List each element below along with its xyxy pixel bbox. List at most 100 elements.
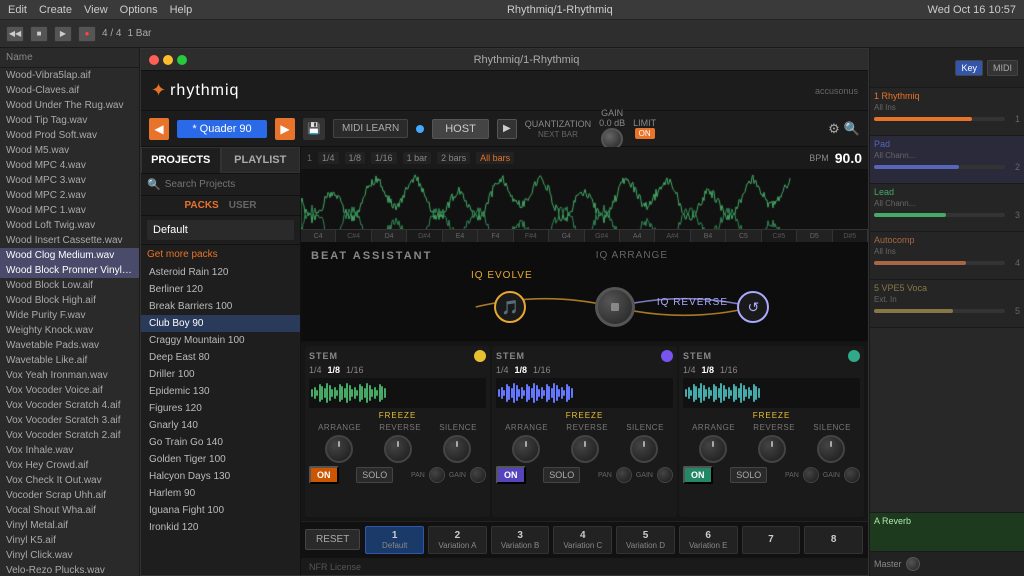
pan-knob-c[interactable] [803,467,819,483]
stem-action-reverse-a[interactable]: REVERSE [379,423,421,432]
transport-stop[interactable]: ■ [30,26,48,42]
track-volume-2[interactable] [874,213,1005,217]
zoom-sixteenth[interactable]: 1/16 [371,152,397,164]
user-button[interactable]: USER [229,200,257,211]
file-item[interactable]: Wood MPC 4.wav [0,158,139,173]
file-item[interactable]: Wood Block Low.aif [0,278,139,293]
project-item[interactable]: Break Barriers 100 [141,298,300,315]
zoom-allbars[interactable]: All bars [476,152,514,164]
variation-button-1[interactable]: 2Variation A [428,526,487,554]
on-button-a[interactable]: ON [309,466,339,484]
stem-time-c-0[interactable]: 1/4 [683,365,696,375]
stem-time-a-0[interactable]: 1/4 [309,365,322,375]
project-item[interactable]: Craggy Mountain 100 [141,332,300,349]
menu-create[interactable]: Create [39,4,72,16]
project-item[interactable]: Halcyon Days 130 [141,468,300,485]
stem-time-b-2[interactable]: 1/16 [533,365,551,375]
settings-icon[interactable]: ⚙ [828,121,840,137]
menu-view[interactable]: View [84,4,108,16]
next-preset-button[interactable]: ▶ [275,118,295,140]
file-item[interactable]: Wood Block High.aif [0,293,139,308]
file-item[interactable]: Wood Block Pronner Vinyl.wav [0,263,139,278]
stem-time-b-0[interactable]: 1/4 [496,365,509,375]
reset-button[interactable]: RESET [305,529,360,550]
stem-action-reverse-c[interactable]: REVERSE [753,423,795,432]
stem-time-a-2[interactable]: 1/16 [346,365,364,375]
midi-button[interactable]: MIDI [987,60,1018,76]
gain-knob-a[interactable] [470,467,486,483]
file-item[interactable]: Wide Purity F.wav [0,308,139,323]
window-max-button[interactable] [177,55,187,65]
save-preset-button[interactable]: 💾 [303,118,325,140]
stem-knob-2-b[interactable] [630,435,658,463]
stem-knob-0-b[interactable] [512,435,540,463]
project-item[interactable]: Berliner 120 [141,281,300,298]
freeze-label-a[interactable]: FREEZE [309,411,486,420]
get-more-packs-button[interactable]: Get more packs [141,245,300,264]
transport-play[interactable]: ▶ [54,26,72,42]
zoom-1bar[interactable]: 1 bar [403,152,432,164]
file-item[interactable]: Weighty Knock.wav [0,323,139,338]
file-item[interactable]: Wood-Claves.aif [0,83,139,98]
variation-button-2[interactable]: 3Variation B [491,526,550,554]
variation-button-0[interactable]: 1Default [365,526,424,554]
iq-reverse-button[interactable]: ↺ [737,291,769,323]
stem-knob-2-a[interactable] [443,435,471,463]
variation-button-5[interactable]: 6Variation E [679,526,738,554]
file-item[interactable]: Wood MPC 2.wav [0,188,139,203]
file-item[interactable]: Vinyl K5.aif [0,533,139,548]
packs-button[interactable]: PACKS [184,200,218,211]
default-label[interactable]: Default [147,220,294,240]
project-item[interactable]: Harlem 90 [141,485,300,502]
stem-knob-0-c[interactable] [699,435,727,463]
gain-knob-b[interactable] [657,467,673,483]
track-volume-4[interactable] [874,309,1005,313]
transport-record[interactable]: ● [78,26,96,42]
zoom-2bars[interactable]: 2 bars [437,152,470,164]
on-button-b[interactable]: ON [496,466,526,484]
file-item[interactable]: Vox Check It Out.wav [0,473,139,488]
file-item[interactable]: Wood M5.wav [0,143,139,158]
gain-knob-c[interactable] [844,467,860,483]
project-item[interactable]: Golden Tiger 100 [141,451,300,468]
file-item[interactable]: Vox Yeah Ironman.wav [0,368,139,383]
stem-knob-1-b[interactable] [571,435,599,463]
file-item[interactable]: Wavetable Pads.wav [0,338,139,353]
tab-projects[interactable]: PROJECTS [141,147,221,173]
file-item[interactable]: Vox Vocoder Scratch 4.aif [0,398,139,413]
freeze-label-c[interactable]: FREEZE [683,411,860,420]
master-knob[interactable] [906,557,920,571]
stem-knob-1-a[interactable] [384,435,412,463]
file-item[interactable]: Vinyl Click.wav [0,548,139,563]
stem-action-reverse-b[interactable]: REVERSE [566,423,608,432]
prev-preset-button[interactable]: ◀ [149,118,169,140]
stem-time-b-1[interactable]: 1/8 [515,365,528,375]
tab-playlist[interactable]: PLAYLIST [221,147,301,173]
project-item[interactable]: Ironkid 120 [141,519,300,536]
file-item[interactable]: Wood Prod Soft.wav [0,128,139,143]
project-item[interactable]: Driller 100 [141,366,300,383]
project-item[interactable]: Gnarly 140 [141,417,300,434]
zoom-quarter[interactable]: 1/4 [318,152,339,164]
key-button[interactable]: Key [955,60,983,76]
file-item[interactable]: Vocal Shout Wha.aif [0,503,139,518]
variation-button-6[interactable]: 7 [742,526,801,554]
window-min-button[interactable] [163,55,173,65]
variation-button-7[interactable]: 8 [804,526,863,554]
file-item[interactable]: Vox Vocoder Voice.aif [0,383,139,398]
file-item[interactable]: Wood-Vibra5lap.aif [0,68,139,83]
stem-time-c-2[interactable]: 1/16 [720,365,738,375]
midi-learn-button[interactable]: MIDI LEARN [333,119,408,138]
menu-edit[interactable]: Edit [8,4,27,16]
file-item[interactable]: Wood Tip Tag.wav [0,113,139,128]
stem-time-a-1[interactable]: 1/8 [328,365,341,375]
stem-action-silence-c[interactable]: SILENCE [813,423,851,432]
menu-options[interactable]: Options [120,4,158,16]
track-volume-3[interactable] [874,261,1005,265]
iq-evolve-button[interactable]: 🎵 [494,291,526,323]
file-item[interactable]: Wood MPC 3.wav [0,173,139,188]
project-item[interactable]: Epidemic 130 [141,383,300,400]
zoom-eighth[interactable]: 1/8 [345,152,366,164]
project-item[interactable]: Deep East 80 [141,349,300,366]
menu-help[interactable]: Help [170,4,193,16]
